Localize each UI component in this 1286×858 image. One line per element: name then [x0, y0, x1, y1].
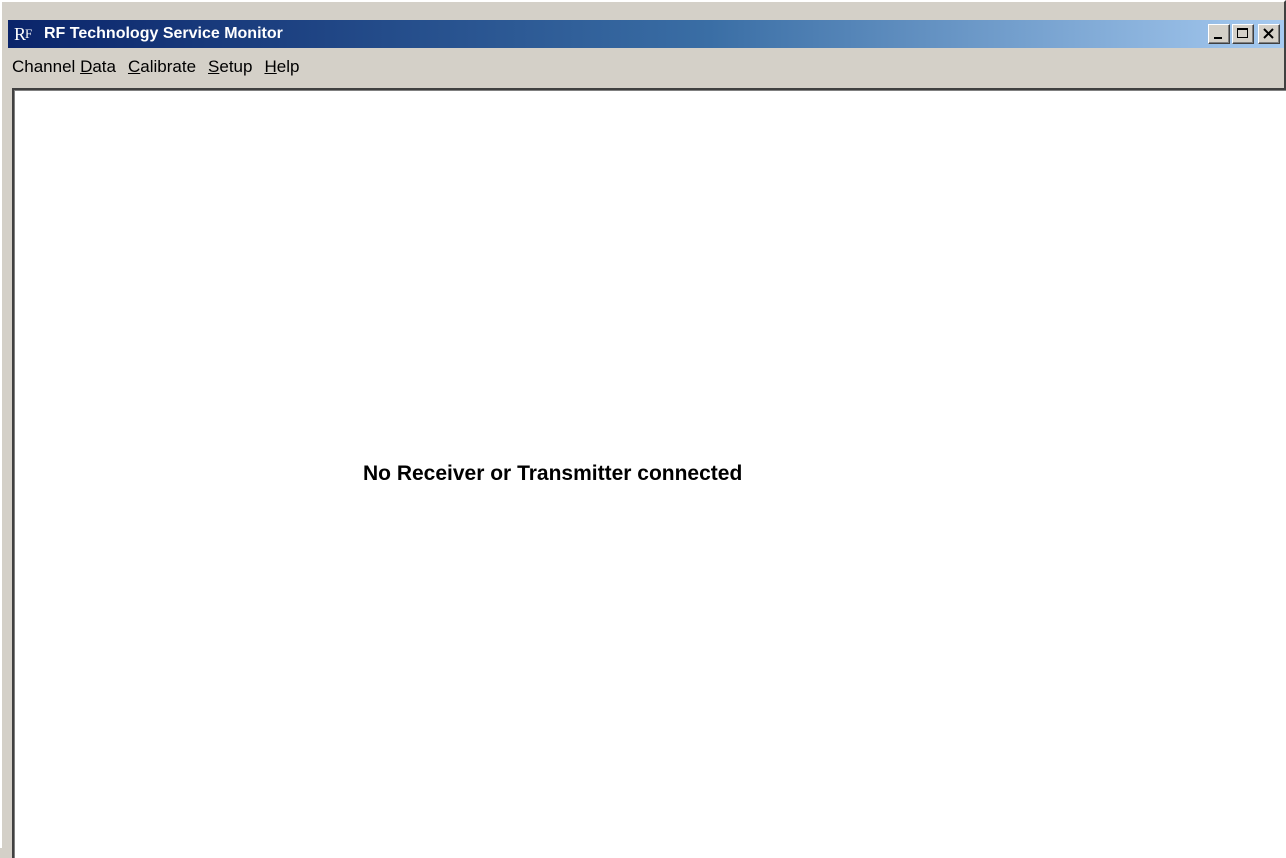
connection-status-message: No Receiver or Transmitter connected — [363, 462, 743, 485]
minimize-button[interactable] — [1208, 24, 1230, 44]
close-icon — [1263, 28, 1274, 39]
maximize-button[interactable] — [1232, 24, 1254, 44]
close-button[interactable] — [1258, 24, 1280, 44]
menu-channel-data[interactable]: Channel Data — [8, 52, 122, 82]
minimize-icon — [1214, 37, 1222, 39]
menu-calibrate[interactable]: Calibrate — [122, 52, 202, 82]
window-title: RF Technology Service Monitor — [44, 25, 283, 42]
rf-logo-icon[interactable]: RF — [14, 23, 40, 45]
window-controls — [1208, 24, 1280, 44]
menu-setup[interactable]: Setup — [202, 52, 258, 82]
title-bar[interactable]: RF RF Technology Service Monitor — [8, 20, 1284, 48]
menu-help[interactable]: Help — [258, 52, 305, 82]
app-window: RF RF Technology Service Monitor Channel… — [0, 0, 1286, 858]
maximize-icon — [1237, 28, 1248, 38]
menu-bar: Channel Data Calibrate Setup Help — [8, 48, 1284, 86]
client-area: No Receiver or Transmitter connected — [12, 88, 1286, 858]
